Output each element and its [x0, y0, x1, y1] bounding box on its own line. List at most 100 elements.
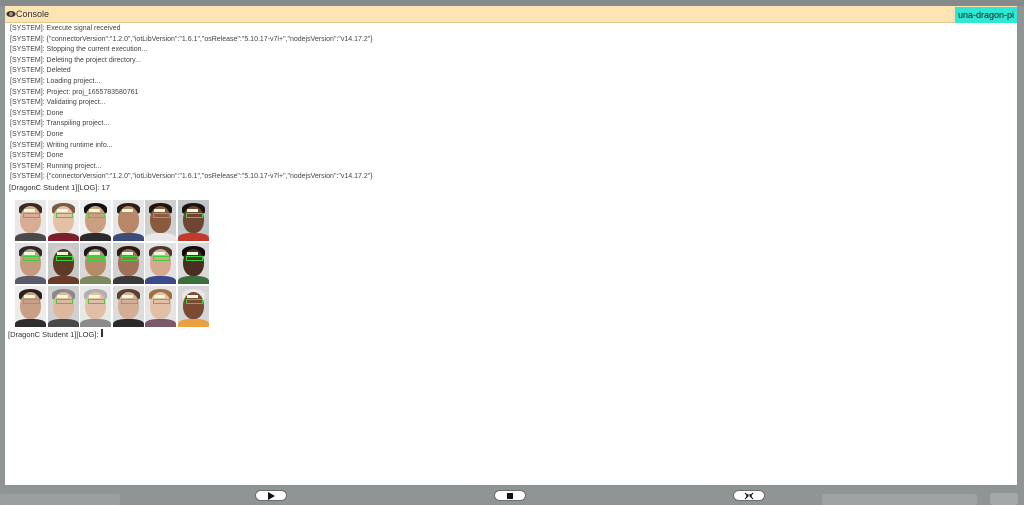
- detection-label: [56, 209, 68, 212]
- face-detection-image: [15, 200, 209, 329]
- detection-box: [88, 213, 106, 218]
- log-line: [SYSTEM]: Deleting the project directory…: [10, 56, 141, 64]
- log-line: [SYSTEM]: {"connectorVersion":"1.2.0","i…: [10, 173, 373, 181]
- shoulders: [15, 233, 46, 241]
- detection-box: [153, 299, 171, 304]
- detection-box: [120, 213, 138, 218]
- bottom-left-field[interactable]: [0, 494, 120, 505]
- face-photo: [112, 243, 144, 284]
- shoulders: [112, 233, 144, 241]
- detection-label: [154, 209, 166, 212]
- bottom-right-field[interactable]: [822, 494, 977, 505]
- console-log: [SYSTEM]: Execute signal received [SYSTE…: [9, 24, 1010, 194]
- log-line: [SYSTEM]: Done: [10, 109, 64, 117]
- face-photo: [177, 286, 209, 327]
- face-photo: [177, 200, 209, 241]
- shoulders: [80, 233, 112, 241]
- detection-box: [55, 213, 73, 218]
- detection-box: [153, 213, 171, 218]
- detection-box: [88, 256, 106, 261]
- shoulders: [145, 276, 177, 284]
- detection-label: [186, 252, 198, 255]
- face-photo: [47, 243, 79, 284]
- text-cursor: [101, 328, 104, 337]
- face-photo: [145, 286, 177, 327]
- detection-label: [89, 252, 101, 255]
- student-log-line-last: [DragonC Student 1][LOG]:: [8, 324, 104, 342]
- detection-label: [121, 252, 133, 255]
- shoulders: [15, 276, 46, 284]
- shoulders: [177, 276, 209, 284]
- face-photo: [112, 286, 144, 327]
- face-photo: [112, 200, 144, 241]
- detection-box: [23, 256, 40, 261]
- face-photo: [145, 243, 177, 284]
- console-header: Console una-dragon-pi: [5, 6, 1017, 23]
- face-photo: [15, 200, 46, 241]
- detection-label: [56, 295, 68, 298]
- shoulders: [177, 319, 209, 327]
- collapse-button[interactable]: [733, 490, 765, 501]
- shoulders: [145, 319, 177, 327]
- face-photo: [15, 286, 46, 327]
- detection-box: [88, 299, 106, 304]
- device-badge[interactable]: una-dragon-pi: [954, 7, 1017, 23]
- log-line: [SYSTEM]: {"connectorVersion":"1.2.0","i…: [10, 35, 373, 43]
- shoulders: [177, 233, 209, 241]
- face-photo: [145, 200, 177, 241]
- detection-box: [153, 256, 171, 261]
- student-log-text: [DragonC Student 1][LOG]:: [8, 330, 99, 339]
- detection-box: [23, 299, 40, 304]
- stop-button[interactable]: [494, 490, 526, 501]
- detection-label: [121, 295, 133, 298]
- shoulders: [80, 276, 112, 284]
- face-photo: [47, 286, 79, 327]
- shoulders: [47, 276, 79, 284]
- detection-label: [24, 252, 35, 255]
- detection-box: [55, 299, 73, 304]
- detection-box: [23, 213, 40, 218]
- log-line: [SYSTEM]: Done: [10, 152, 64, 160]
- detection-box: [185, 299, 203, 304]
- detection-label: [24, 209, 35, 212]
- detection-label: [89, 209, 101, 212]
- log-line: [SYSTEM]: Running project...: [10, 162, 102, 170]
- student-log-line: [DragonC Student 1][LOG]: 17: [9, 182, 110, 192]
- log-line: [SYSTEM]: Execute signal received: [10, 25, 121, 32]
- detection-label: [186, 295, 198, 298]
- detection-box: [120, 256, 138, 261]
- play-icon: [268, 492, 275, 500]
- shoulders: [112, 276, 144, 284]
- log-line: [SYSTEM]: Done: [10, 130, 64, 138]
- log-line: [SYSTEM]: Deleted: [10, 67, 71, 75]
- face-photo: [15, 243, 46, 284]
- face-photo: [177, 243, 209, 284]
- collapse-icon: [744, 492, 754, 500]
- log-line: [SYSTEM]: Stopping the current execution…: [10, 46, 148, 54]
- detection-box: [55, 256, 73, 261]
- face-photo: [47, 200, 79, 241]
- run-button[interactable]: [255, 490, 287, 501]
- detection-label: [121, 209, 133, 212]
- detection-box: [185, 213, 203, 218]
- detection-label: [154, 295, 166, 298]
- console-title: Console: [16, 9, 50, 19]
- shoulders: [47, 233, 79, 241]
- shoulders: [112, 319, 144, 327]
- detection-label: [89, 295, 101, 298]
- face-photo: [80, 200, 112, 241]
- bottom-right-button[interactable]: [990, 493, 1018, 505]
- console-panel: Console una-dragon-pi [SYSTEM]: Execute …: [5, 6, 1017, 485]
- detection-box: [185, 256, 203, 261]
- stop-icon: [507, 493, 513, 499]
- log-line: [SYSTEM]: Transpiling project...: [10, 120, 110, 128]
- shoulders: [145, 233, 177, 241]
- detection-box: [120, 299, 138, 304]
- log-line: [SYSTEM]: Writing runtime info...: [10, 141, 113, 149]
- eye-icon[interactable]: [6, 9, 16, 19]
- face-photo: [80, 286, 112, 327]
- detection-label: [186, 209, 198, 212]
- log-line: [SYSTEM]: Project: proj_1655783580761: [10, 88, 139, 96]
- detection-label: [24, 295, 35, 298]
- detection-label: [56, 252, 68, 255]
